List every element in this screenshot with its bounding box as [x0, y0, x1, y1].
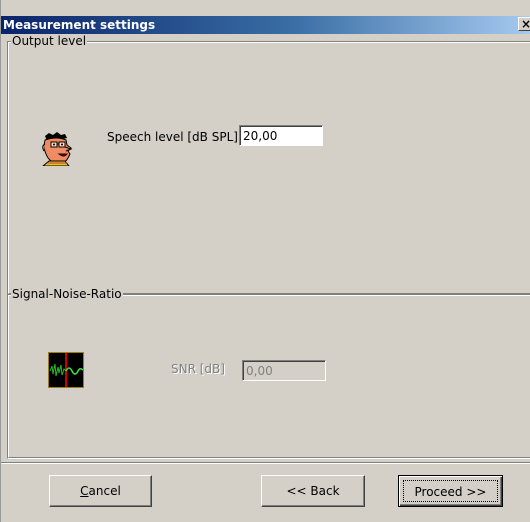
signal-noise-ratio-legend: Signal-Noise-Ratio [11, 287, 123, 301]
snr-input[interactable] [241, 359, 327, 382]
output-level-legend: Output level [11, 34, 88, 48]
speech-level-label: Speech level [dB SPL] [107, 130, 238, 144]
title-bar[interactable]: Measurement settings × [1, 16, 530, 34]
back-label: << Back [286, 484, 340, 498]
cancel-label: ancel [88, 484, 121, 498]
window-title: Measurement settings [3, 18, 156, 32]
focus-rectangle: Proceed >> [403, 480, 498, 502]
speech-level-input[interactable] [238, 124, 324, 147]
button-bar-divider [1, 462, 530, 464]
proceed-label: Proceed >> [414, 485, 487, 499]
snr-label: SNR [dB] [171, 362, 225, 376]
signal-noise-icon [48, 352, 84, 388]
speaker-face-icon [42, 132, 73, 166]
cancel-accelerator: C [80, 484, 89, 498]
measurement-settings-dialog: Measurement settings × Output level Spee… [0, 0, 530, 522]
cancel-button[interactable]: Cancel [49, 475, 152, 507]
output-level-group: Output level [7, 34, 530, 295]
close-button[interactable]: × [518, 17, 530, 31]
close-icon: × [521, 18, 530, 30]
back-button[interactable]: << Back [261, 475, 365, 507]
proceed-button[interactable]: Proceed >> [398, 475, 503, 507]
